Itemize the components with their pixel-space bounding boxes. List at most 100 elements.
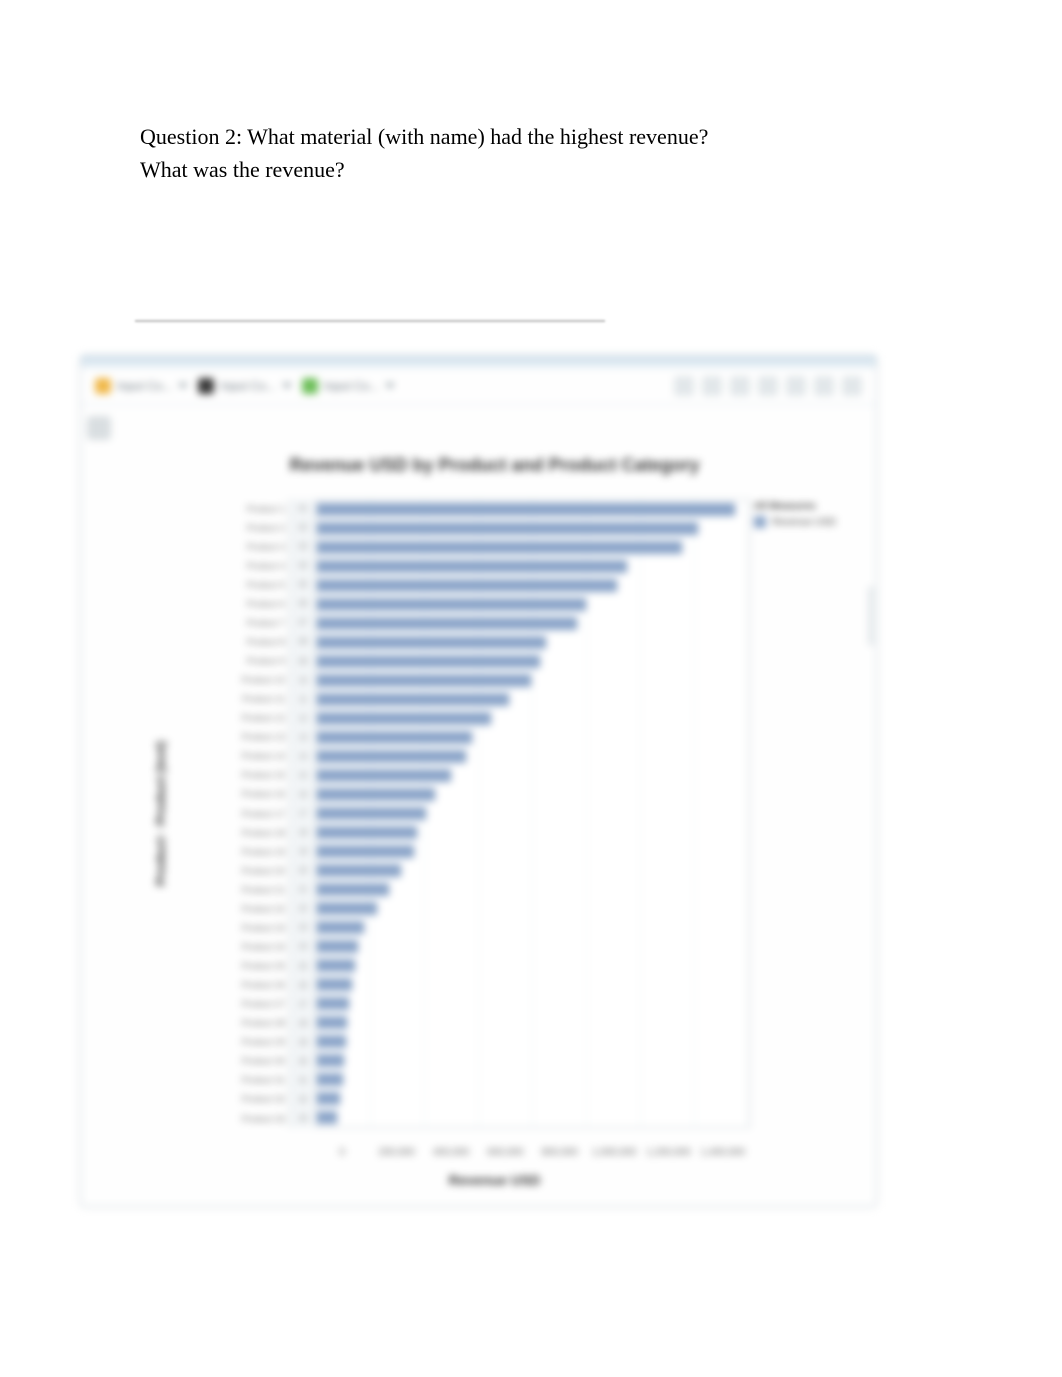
x-tick: 200,000: [369, 1147, 423, 1158]
bar[interactable]: [317, 693, 509, 706]
x-tick: 600,000: [478, 1147, 532, 1158]
bar[interactable]: [317, 598, 586, 611]
category-label: Product 10: [201, 671, 289, 690]
bar[interactable]: [317, 731, 472, 744]
bar[interactable]: [317, 712, 491, 725]
bar-row: [317, 880, 749, 899]
x-axis-label: Revenue USD: [121, 1172, 868, 1188]
window-titlebar: [81, 356, 876, 368]
bar[interactable]: [317, 579, 617, 592]
category-key: 32: [290, 1090, 316, 1109]
bar-row: [317, 1089, 749, 1108]
category-label: Product 7: [201, 613, 289, 632]
print-icon[interactable]: [758, 376, 778, 396]
bar[interactable]: [317, 845, 414, 858]
input-control-2[interactable]: Input Co...: [198, 378, 291, 394]
export-icon[interactable]: [730, 376, 750, 396]
x-tick: 400,000: [424, 1147, 478, 1158]
bar[interactable]: [317, 940, 358, 953]
bar[interactable]: [317, 826, 417, 839]
bar[interactable]: [317, 1054, 344, 1067]
bar[interactable]: [317, 674, 531, 687]
bar-row: [317, 690, 749, 709]
filter-icon[interactable]: [702, 376, 722, 396]
refresh-icon[interactable]: [786, 376, 806, 396]
bar[interactable]: [317, 883, 389, 896]
bar[interactable]: [317, 864, 401, 877]
chart-plot: Product · Product (text) Product 1Produc…: [121, 499, 868, 1128]
bar[interactable]: [317, 769, 451, 782]
category-key: 16: [290, 785, 316, 804]
bar[interactable]: [317, 959, 355, 972]
bar-row: [317, 861, 749, 880]
category-key: 30: [290, 1052, 316, 1071]
scrollbar[interactable]: [868, 586, 874, 646]
category-key: 33: [290, 1109, 316, 1128]
input-control-1[interactable]: Input Co...: [95, 378, 188, 394]
bar[interactable]: [317, 750, 466, 763]
bar[interactable]: [317, 1092, 340, 1105]
bar-row: [317, 652, 749, 671]
legend-item: Revenue USD: [754, 516, 864, 528]
input-control-3[interactable]: Input Co...: [302, 378, 395, 394]
category-key: 22: [290, 899, 316, 918]
x-tick: 1,200,000: [641, 1147, 695, 1158]
x-tick: 1,000,000: [587, 1147, 641, 1158]
x-tick: 1,400,000: [696, 1147, 750, 1158]
bar-row: [317, 1070, 749, 1089]
settings-icon[interactable]: [814, 376, 834, 396]
category-label: Product 27: [201, 995, 289, 1014]
category-key: 18: [290, 823, 316, 842]
bar[interactable]: [317, 807, 426, 820]
bar-row: [317, 823, 749, 842]
category-key: 09: [290, 652, 316, 671]
legend-title: All Measures: [754, 501, 864, 512]
category-key: 03: [290, 537, 316, 556]
category-label: Product 24: [201, 937, 289, 956]
category-key: 15: [290, 766, 316, 785]
bar[interactable]: [317, 617, 577, 630]
category-label: Product 17: [201, 804, 289, 823]
bar-row: [317, 576, 749, 595]
bar[interactable]: [317, 921, 364, 934]
category-label: Product 33: [201, 1109, 289, 1128]
bar[interactable]: [317, 1073, 343, 1086]
category-key: 12: [290, 709, 316, 728]
input-swatch-icon: [95, 378, 111, 394]
category-label: Product 3: [201, 537, 289, 556]
category-key: 31: [290, 1071, 316, 1090]
bar[interactable]: [317, 522, 698, 535]
category-key: 06: [290, 594, 316, 613]
bar-row: [317, 1032, 749, 1051]
bar[interactable]: [317, 503, 735, 516]
input-swatch-icon: [302, 378, 318, 394]
bar[interactable]: [317, 560, 627, 573]
category-label: Product 20: [201, 861, 289, 880]
side-handle-icon[interactable]: [87, 416, 111, 440]
search-icon[interactable]: [674, 376, 694, 396]
bar-row: [317, 975, 749, 994]
bar[interactable]: [317, 997, 349, 1010]
bar[interactable]: [317, 655, 540, 668]
category-label: Product 12: [201, 709, 289, 728]
category-key: 25: [290, 957, 316, 976]
bar[interactable]: [317, 1111, 337, 1124]
category-key: 28: [290, 1014, 316, 1033]
bar[interactable]: [317, 541, 682, 554]
category-key: 21: [290, 880, 316, 899]
chevron-down-icon: [385, 383, 395, 389]
category-key: 11: [290, 690, 316, 709]
bar-row: [317, 614, 749, 633]
category-label: Product 18: [201, 823, 289, 842]
bar[interactable]: [317, 902, 377, 915]
bar[interactable]: [317, 1035, 346, 1048]
bar[interactable]: [317, 788, 435, 801]
bars-area: [317, 499, 750, 1128]
bar[interactable]: [317, 978, 352, 991]
close-icon[interactable]: [842, 376, 862, 396]
category-key: 02: [290, 518, 316, 537]
category-label: Product 5: [201, 575, 289, 594]
bar[interactable]: [317, 1016, 347, 1029]
bar-row: [317, 500, 749, 519]
bar[interactable]: [317, 636, 546, 649]
